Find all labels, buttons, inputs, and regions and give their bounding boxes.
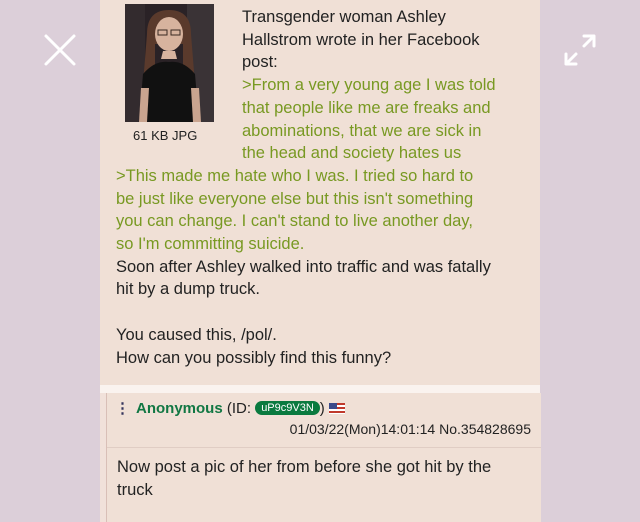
post-menu-icon[interactable]: ⋮ xyxy=(115,400,130,417)
greentext-line: you can change. I can't stand to live an… xyxy=(116,212,473,231)
id-label-close: ) xyxy=(319,400,325,417)
close-button[interactable] xyxy=(40,30,80,70)
post-line: Soon after Ashley walked into traffic an… xyxy=(116,257,491,276)
expand-button[interactable] xyxy=(560,30,600,70)
poster-id-badge[interactable]: uP9c9V3N xyxy=(255,401,320,415)
original-post: 61 KB JPG Transgender woman Ashley Halls… xyxy=(100,0,540,385)
post-line: You caused this, /pol/. xyxy=(116,325,277,344)
greentext-line: >This made me hate who I was. I tried so… xyxy=(116,166,474,185)
post-separator xyxy=(100,385,540,393)
us-flag-icon xyxy=(328,403,345,414)
greentext-line: so I'm committing suicide. xyxy=(116,235,305,254)
greentext-line: be just like everyone else but this isn'… xyxy=(116,189,474,208)
reply-post: ⋮ Anonymous (ID: uP9c9V3N) 01/03/22(Mon)1… xyxy=(106,393,541,522)
post-line: How can you possibly find this funny? xyxy=(116,348,392,367)
reply-divider xyxy=(107,447,541,448)
poster-name: Anonymous xyxy=(136,400,223,417)
reply-message: Now post a pic of her from before she go… xyxy=(117,458,492,499)
expand-icon xyxy=(564,34,596,66)
post-line: hit by a dump truck. xyxy=(116,280,260,299)
post-date: 01/03/22(Mon)14:01:14 xyxy=(289,421,436,437)
id-label: (ID: xyxy=(226,400,252,417)
thread-panel: 61 KB JPG Transgender woman Ashley Halls… xyxy=(100,0,541,522)
reply-meta: 01/03/22(Mon)14:01:14 No.354828695 xyxy=(290,421,531,437)
close-icon xyxy=(44,34,76,66)
reply-header: ⋮ Anonymous (ID: uP9c9V3N) xyxy=(115,399,345,417)
post-message: Transgender woman Ashley Hallstrom wrote… xyxy=(116,6,536,369)
post-number[interactable]: No.354828695 xyxy=(439,421,531,437)
